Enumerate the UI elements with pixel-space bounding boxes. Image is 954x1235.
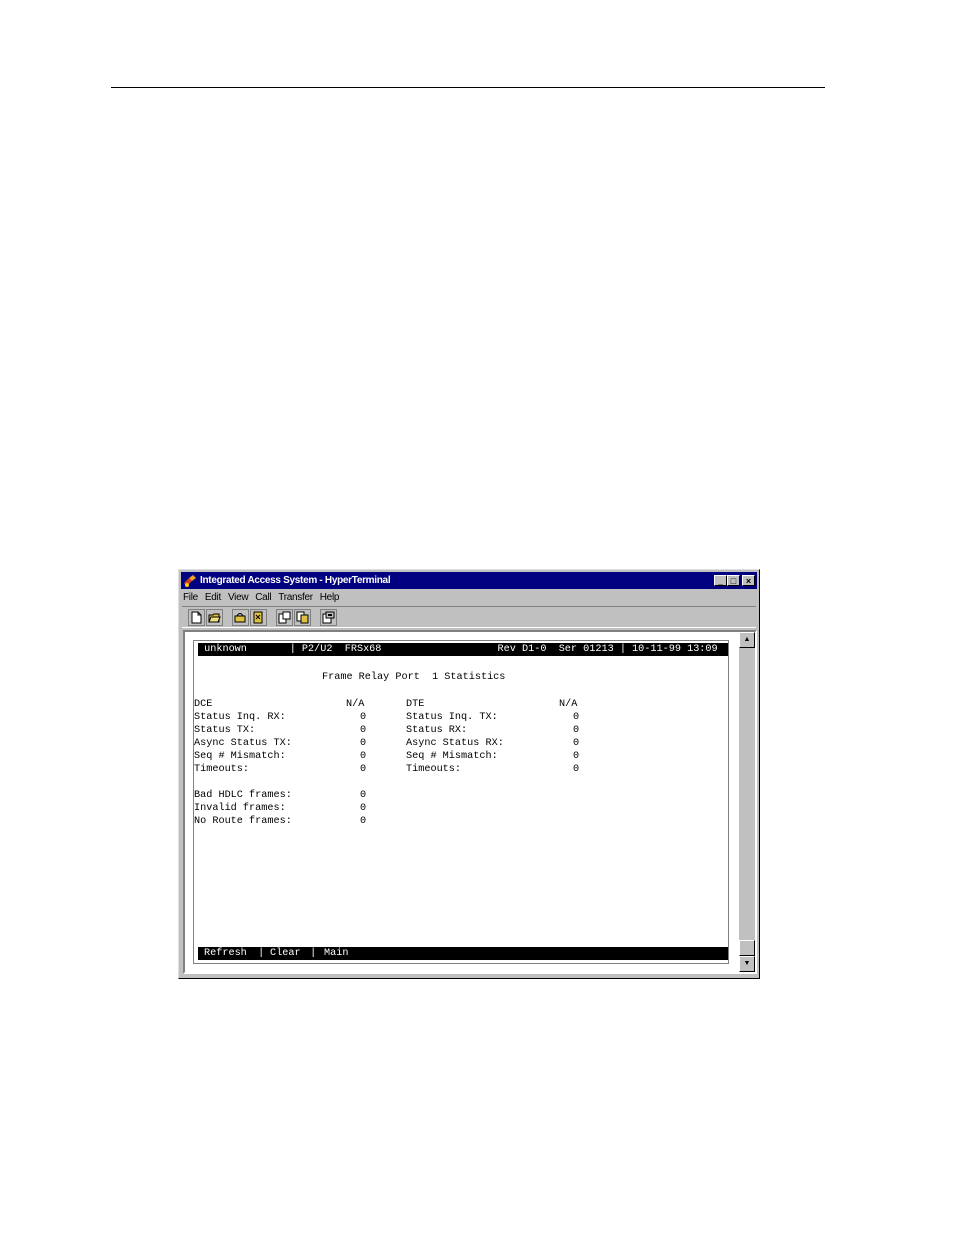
dte-stat-label: Async Status RX: [406,738,504,749]
dce-stat-value: 0 [360,764,367,775]
dte-stat-label: Status RX: [406,725,468,736]
dte-stat-label: Timeouts: [406,764,462,775]
command-refresh[interactable]: Refresh [204,947,247,960]
send-icon[interactable] [276,608,293,626]
command-clear[interactable]: Clear [270,947,301,960]
dte-stat-label: Status Inq. TX: [406,712,498,723]
screen-heading: Frame Relay Port 1 Statistics [322,672,506,683]
dte-stat-value: 0 [573,738,580,749]
minimize-button[interactable]: _ [714,575,727,586]
terminal-client-area: unknown | P2/U2 FRSx68 Rev D1-0 Ser 0121… [183,630,757,974]
hyperterminal-window: Integrated Access System - HyperTerminal… [178,569,760,979]
frame-stat-value: 0 [360,803,367,814]
dce-stat-label: Async Status TX: [194,738,292,749]
scroll-thumb[interactable] [739,940,755,956]
command-separator: | [304,948,323,959]
dce-stat-value: 0 [360,738,367,749]
menu-edit[interactable]: Edit [205,592,221,603]
disconnect-icon[interactable] [250,608,267,626]
frame-stat-label: Invalid frames: [194,803,286,814]
vertical-scrollbar[interactable]: ▲ ▼ [739,632,755,972]
menu-call[interactable]: Call [255,592,271,603]
title-bar[interactable]: Integrated Access System - HyperTerminal… [181,572,757,589]
menu-view[interactable]: View [228,592,249,603]
dce-stat-value: 0 [360,712,367,723]
dce-stat-value: 0 [360,751,367,762]
new-document-icon[interactable] [188,608,205,626]
dce-label: DCE [194,699,213,710]
terminal-frame: unknown | P2/U2 FRSx68 Rev D1-0 Ser 0121… [193,640,729,964]
maximize-button[interactable]: □ [727,575,740,586]
dte-label: DTE [406,699,425,710]
dte-value: N/A [559,699,578,710]
dce-stat-label: Status TX: [194,725,256,736]
dte-stat-value: 0 [573,712,580,723]
dte-stat-label: Seq # Mismatch: [406,751,498,762]
menu-transfer[interactable]: Transfer [278,592,313,603]
frame-stat-value: 0 [360,816,367,827]
dce-stat-value: 0 [360,725,367,736]
dte-stat-value: 0 [573,725,580,736]
properties-icon[interactable] [320,608,337,626]
frame-stat-label: Bad HDLC frames: [194,790,292,801]
window-title: Integrated Access System - HyperTerminal [200,575,391,586]
terminal-status-line: unknown | P2/U2 FRSx68 Rev D1-0 Ser 0121… [198,643,728,656]
toolbar [182,606,756,628]
dce-stat-label: Status Inq. RX: [194,712,286,723]
dte-stat-value: 0 [573,751,580,762]
command-separator: | [252,948,271,959]
menu-file[interactable]: File [183,592,198,603]
receive-icon[interactable] [294,608,311,626]
menu-help[interactable]: Help [320,592,340,603]
scroll-down-button[interactable]: ▼ [739,956,755,972]
terminal-screen[interactable]: unknown | P2/U2 FRSx68 Rev D1-0 Ser 0121… [185,632,739,972]
dce-stat-label: Seq # Mismatch: [194,751,286,762]
command-main[interactable]: Main [324,947,348,960]
dte-stat-value: 0 [573,764,580,775]
dce-stat-label: Timeouts: [194,764,250,775]
close-button[interactable]: × [742,575,755,586]
dce-value: N/A [346,699,365,710]
frame-stat-value: 0 [360,790,367,801]
scroll-up-button[interactable]: ▲ [739,632,755,648]
hyperterminal-app-icon [183,574,197,588]
status-line-text: unknown | P2/U2 FRSx68 Rev D1-0 Ser 0121… [198,644,718,655]
open-folder-icon[interactable] [206,608,223,626]
command-bar: Refresh | Clear | Main [198,947,728,960]
frame-stat-label: No Route frames: [194,816,292,827]
connect-icon[interactable] [232,608,249,626]
page-rule [111,87,825,88]
menu-bar: File Edit View Call Transfer Help [183,589,346,605]
